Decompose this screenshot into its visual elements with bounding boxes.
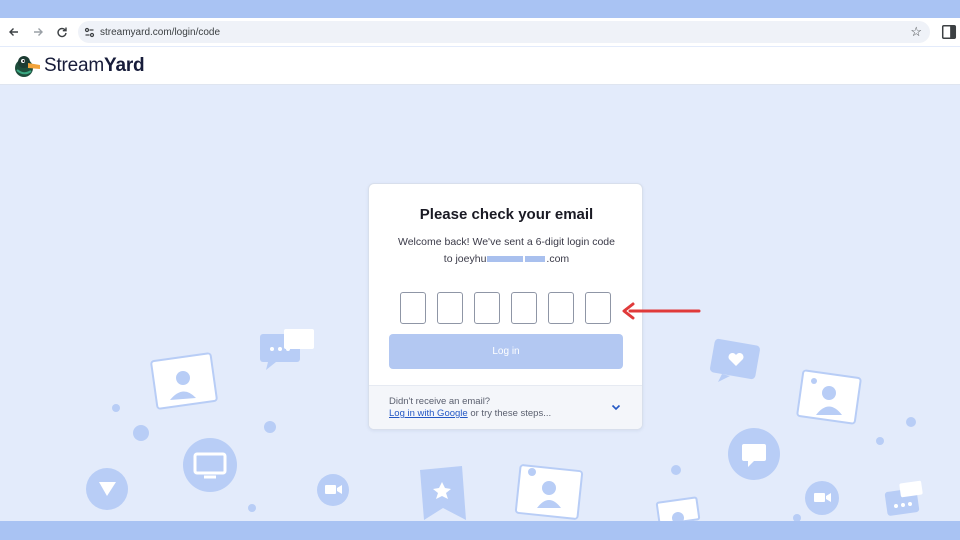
dot-decoration — [876, 437, 884, 445]
address-bar[interactable]: streamyard.com/login/code ☆ — [78, 21, 930, 43]
footer-question: Didn't receive an email? — [389, 396, 491, 407]
reload-icon — [57, 27, 67, 38]
dot-decoration — [906, 417, 916, 427]
user-photo-icon — [796, 369, 862, 425]
app-header: StreamYard — [0, 47, 960, 85]
logo-text-stream: Stream — [44, 54, 105, 76]
profile-card-icon — [150, 352, 218, 410]
dot-decoration — [112, 404, 120, 412]
forward-icon — [34, 28, 43, 36]
star-icon[interactable]: ☆ — [910, 24, 922, 40]
login-button[interactable]: Log in — [389, 334, 623, 369]
footer-rest-text: or try these steps... — [467, 408, 552, 419]
dot-decoration — [793, 514, 801, 521]
site-settings-icon[interactable] — [78, 21, 100, 43]
code-digit-5[interactable] — [548, 292, 574, 324]
message-email-suffix: .com — [546, 253, 570, 265]
back-icon — [9, 28, 18, 36]
card-title: Please check your email — [419, 206, 594, 223]
message-line1: Welcome back! We've sent a 6-digit login… — [398, 236, 615, 248]
back-button[interactable] — [2, 20, 26, 44]
dot-decoration — [264, 421, 276, 433]
logo-text-yard: Yard — [104, 54, 145, 76]
comment-icon — [728, 428, 780, 480]
code-digit-1[interactable] — [400, 292, 426, 324]
chat-bubble-icon — [260, 329, 314, 370]
play-icon — [86, 468, 128, 510]
code-digit-3[interactable] — [474, 292, 500, 324]
card-message: Welcome back! We've sent a 6-digit login… — [383, 234, 630, 268]
chevron-down-icon[interactable] — [609, 400, 623, 414]
red-arrow-annotation-icon — [622, 302, 701, 320]
top-frame-bar — [0, 0, 960, 18]
url-text[interactable]: streamyard.com/login/code — [100, 27, 220, 38]
dot-decoration — [248, 504, 256, 512]
reload-button[interactable] — [50, 20, 74, 44]
chat-bubble-icon — [884, 480, 923, 516]
code-digit-6[interactable] — [585, 292, 611, 324]
login-with-google-link[interactable]: Log in with Google — [389, 408, 468, 419]
streamyard-logo[interactable]: StreamYard — [14, 54, 145, 78]
heart-message-icon — [710, 338, 760, 382]
video-camera-icon — [317, 474, 349, 506]
login-code-card: Please check your email Welcome back! We… — [368, 183, 643, 430]
code-digit-4[interactable] — [511, 292, 537, 324]
redacted-email-mask — [525, 256, 546, 263]
forward-button[interactable] — [26, 20, 50, 44]
duck-mascot-icon — [15, 55, 40, 77]
logo-text: StreamYard — [44, 54, 145, 77]
browser-toolbar: streamyard.com/login/code ☆ — [0, 18, 960, 46]
dot-decoration — [133, 425, 149, 441]
star-flag-icon — [420, 466, 466, 520]
partial-card-icon — [655, 496, 701, 521]
message-email-prefix: to joeyhu — [443, 253, 487, 265]
video-camera-icon — [805, 481, 839, 515]
dot-decoration — [671, 465, 681, 475]
side-panel-icon[interactable] — [941, 24, 957, 40]
bottom-frame-bar — [0, 521, 960, 540]
code-digit-2[interactable] — [437, 292, 463, 324]
monitor-icon — [183, 438, 237, 492]
redacted-email-mask — [487, 256, 524, 263]
card-footer: Didn't receive an email? Log in with Goo… — [369, 385, 642, 429]
footer-help: Log in with Google or try these steps... — [389, 408, 551, 419]
photo-card-icon — [514, 464, 584, 520]
